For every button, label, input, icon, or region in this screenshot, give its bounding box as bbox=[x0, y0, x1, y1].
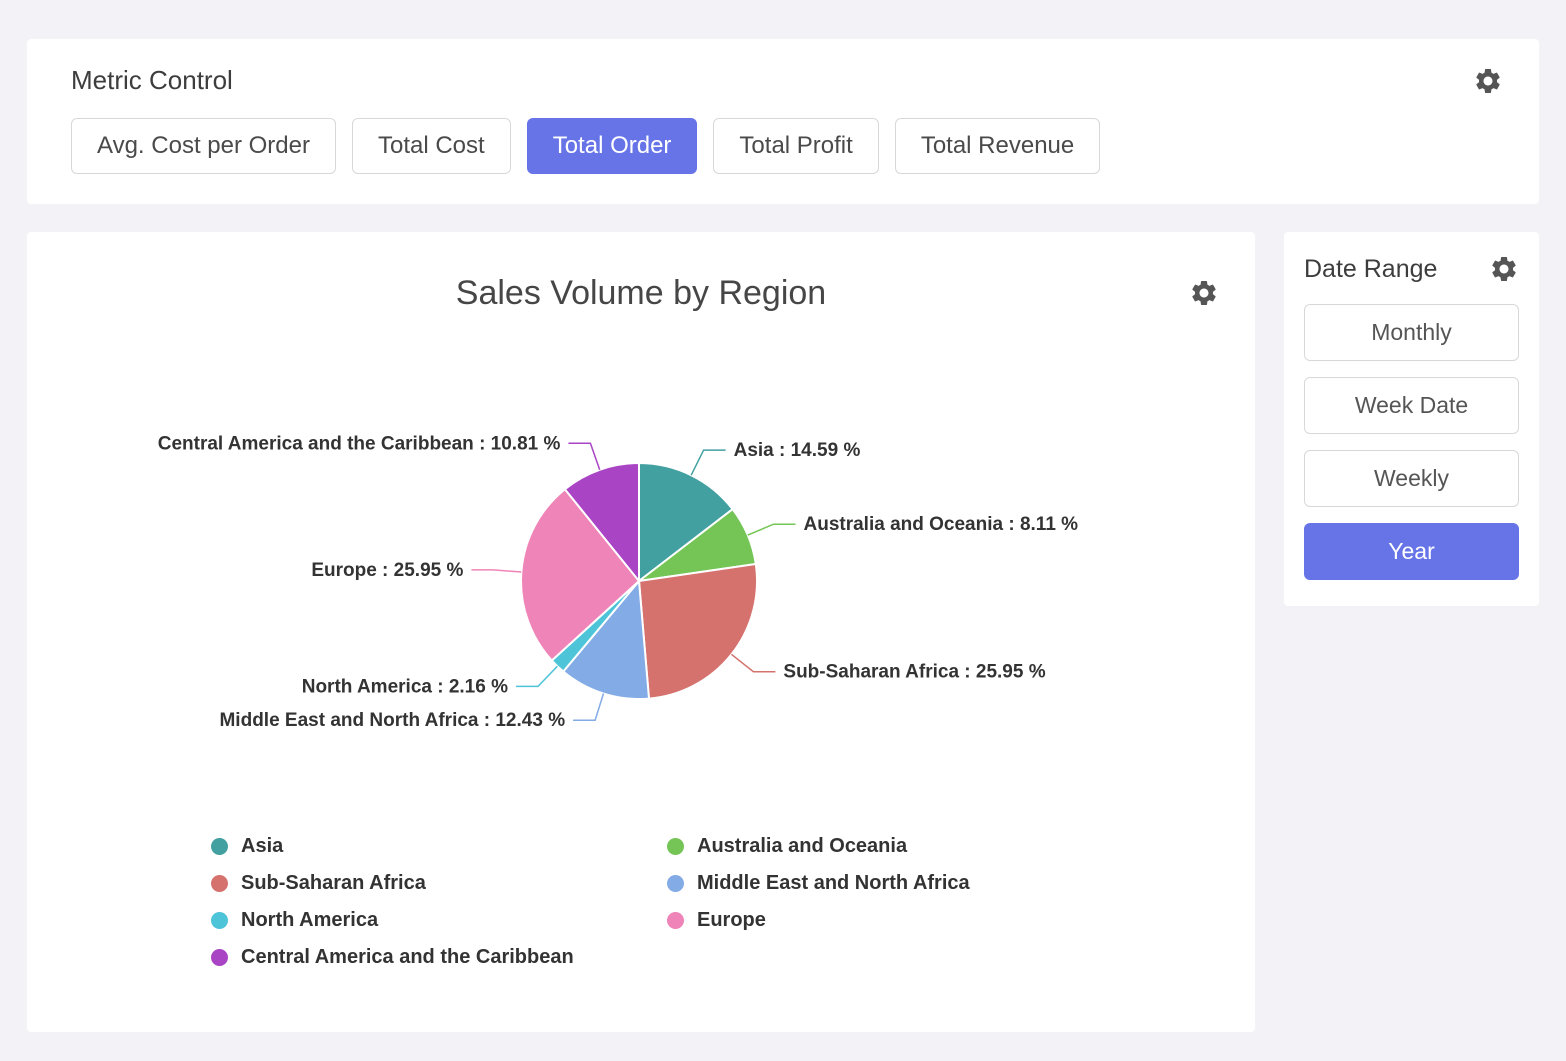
pie-label-sub-saharan-africa: Sub-Saharan Africa : 25.95 % bbox=[783, 662, 1045, 683]
date-range-card: Date Range Monthly Week Date Weekly Year bbox=[1284, 232, 1539, 606]
pie-label-line-europe bbox=[471, 570, 521, 572]
chart-legend: Asia Australia and Oceania Sub-Saharan Afr… bbox=[211, 835, 1255, 969]
metric-control-settings-button[interactable] bbox=[1473, 66, 1503, 96]
date-range-title: Date Range bbox=[1304, 255, 1437, 284]
pie-label-line-middle-east-and-north-africa bbox=[573, 694, 603, 721]
legend-item-sub-saharan-africa[interactable]: Sub-Saharan Africa bbox=[211, 872, 667, 895]
chart-card: Sales Volume by Region Asia : 14.59 % Aus… bbox=[27, 232, 1255, 1032]
legend-item-central-america-and-the-caribbean[interactable]: Central America and the Caribbean bbox=[211, 946, 667, 969]
legend-dot bbox=[211, 838, 228, 855]
pie-label-europe: Europe : 25.95 % bbox=[311, 560, 463, 581]
legend-dot bbox=[211, 912, 228, 929]
pie-label-line-australia-and-oceania bbox=[748, 524, 796, 535]
legend-dot bbox=[667, 875, 684, 892]
legend-label: Asia bbox=[241, 835, 283, 858]
legend-dot bbox=[667, 912, 684, 929]
metric-buttons-group: Avg. Cost per Order Total Cost Total Order… bbox=[71, 118, 1503, 174]
legend-label: Sub-Saharan Africa bbox=[241, 872, 426, 895]
metric-button-total-cost[interactable]: Total Cost bbox=[352, 118, 511, 174]
metric-button-total-revenue[interactable]: Total Revenue bbox=[895, 118, 1100, 174]
gear-icon bbox=[1473, 66, 1503, 96]
legend-label: Europe bbox=[697, 909, 766, 932]
pie-label-middle-east-and-north-africa: Middle East and North Africa : 12.43 % bbox=[219, 710, 565, 731]
legend-dot bbox=[667, 838, 684, 855]
metric-control-header: Metric Control bbox=[71, 65, 1503, 96]
legend-item-europe[interactable]: Europe bbox=[667, 909, 1255, 932]
pie-label-north-america: North America : 2.16 % bbox=[302, 676, 508, 697]
pie-label-line-central-america-and-the-caribbean bbox=[568, 443, 599, 469]
range-button-week-date[interactable]: Week Date bbox=[1304, 377, 1519, 434]
pie-slice-sub-saharan-africa[interactable] bbox=[639, 564, 757, 699]
sales-pie-chart: Asia : 14.59 % Australia and Oceania : 8.… bbox=[27, 319, 1255, 819]
range-button-year[interactable]: Year bbox=[1304, 523, 1519, 580]
metric-button-avg-cost-per-order[interactable]: Avg. Cost per Order bbox=[71, 118, 336, 174]
pie-label-line-sub-saharan-africa bbox=[731, 654, 775, 671]
date-range-settings-button[interactable] bbox=[1489, 254, 1519, 284]
metric-control-title: Metric Control bbox=[71, 65, 233, 96]
date-range-buttons-group: Monthly Week Date Weekly Year bbox=[1304, 304, 1519, 580]
legend-dot bbox=[211, 875, 228, 892]
pie-label-line-asia bbox=[691, 450, 725, 475]
legend-label: Australia and Oceania bbox=[697, 835, 907, 858]
gear-icon bbox=[1189, 278, 1219, 308]
pie-label-asia: Asia : 14.59 % bbox=[734, 440, 861, 461]
legend-item-north-america[interactable]: North America bbox=[211, 909, 667, 932]
legend-item-australia-and-oceania[interactable]: Australia and Oceania bbox=[667, 835, 1255, 858]
legend-label: Central America and the Caribbean bbox=[241, 946, 574, 969]
legend-label: North America bbox=[241, 909, 378, 932]
metric-button-total-profit[interactable]: Total Profit bbox=[713, 118, 878, 174]
legend-label: Middle East and North Africa bbox=[697, 872, 970, 895]
pie-label-australia-and-oceania: Australia and Oceania : 8.11 % bbox=[804, 514, 1079, 535]
legend-item-middle-east-and-north-africa[interactable]: Middle East and North Africa bbox=[667, 872, 1255, 895]
chart-title: Sales Volume by Region bbox=[27, 232, 1255, 313]
range-button-monthly[interactable]: Monthly bbox=[1304, 304, 1519, 361]
chart-settings-button[interactable] bbox=[1189, 278, 1219, 308]
pie-label-central-america-and-the-caribbean: Central America and the Caribbean : 10.8… bbox=[158, 433, 561, 454]
main-row: Sales Volume by Region Asia : 14.59 % Aus… bbox=[27, 232, 1539, 1032]
date-range-header: Date Range bbox=[1304, 254, 1519, 284]
metric-button-total-order[interactable]: Total Order bbox=[527, 118, 698, 174]
legend-dot bbox=[211, 949, 228, 966]
legend-item-asia[interactable]: Asia bbox=[211, 835, 667, 858]
range-button-weekly[interactable]: Weekly bbox=[1304, 450, 1519, 507]
gear-icon bbox=[1489, 254, 1519, 284]
pie-label-line-north-america bbox=[516, 666, 557, 686]
metric-control-card: Metric Control Avg. Cost per Order Total … bbox=[27, 39, 1539, 204]
